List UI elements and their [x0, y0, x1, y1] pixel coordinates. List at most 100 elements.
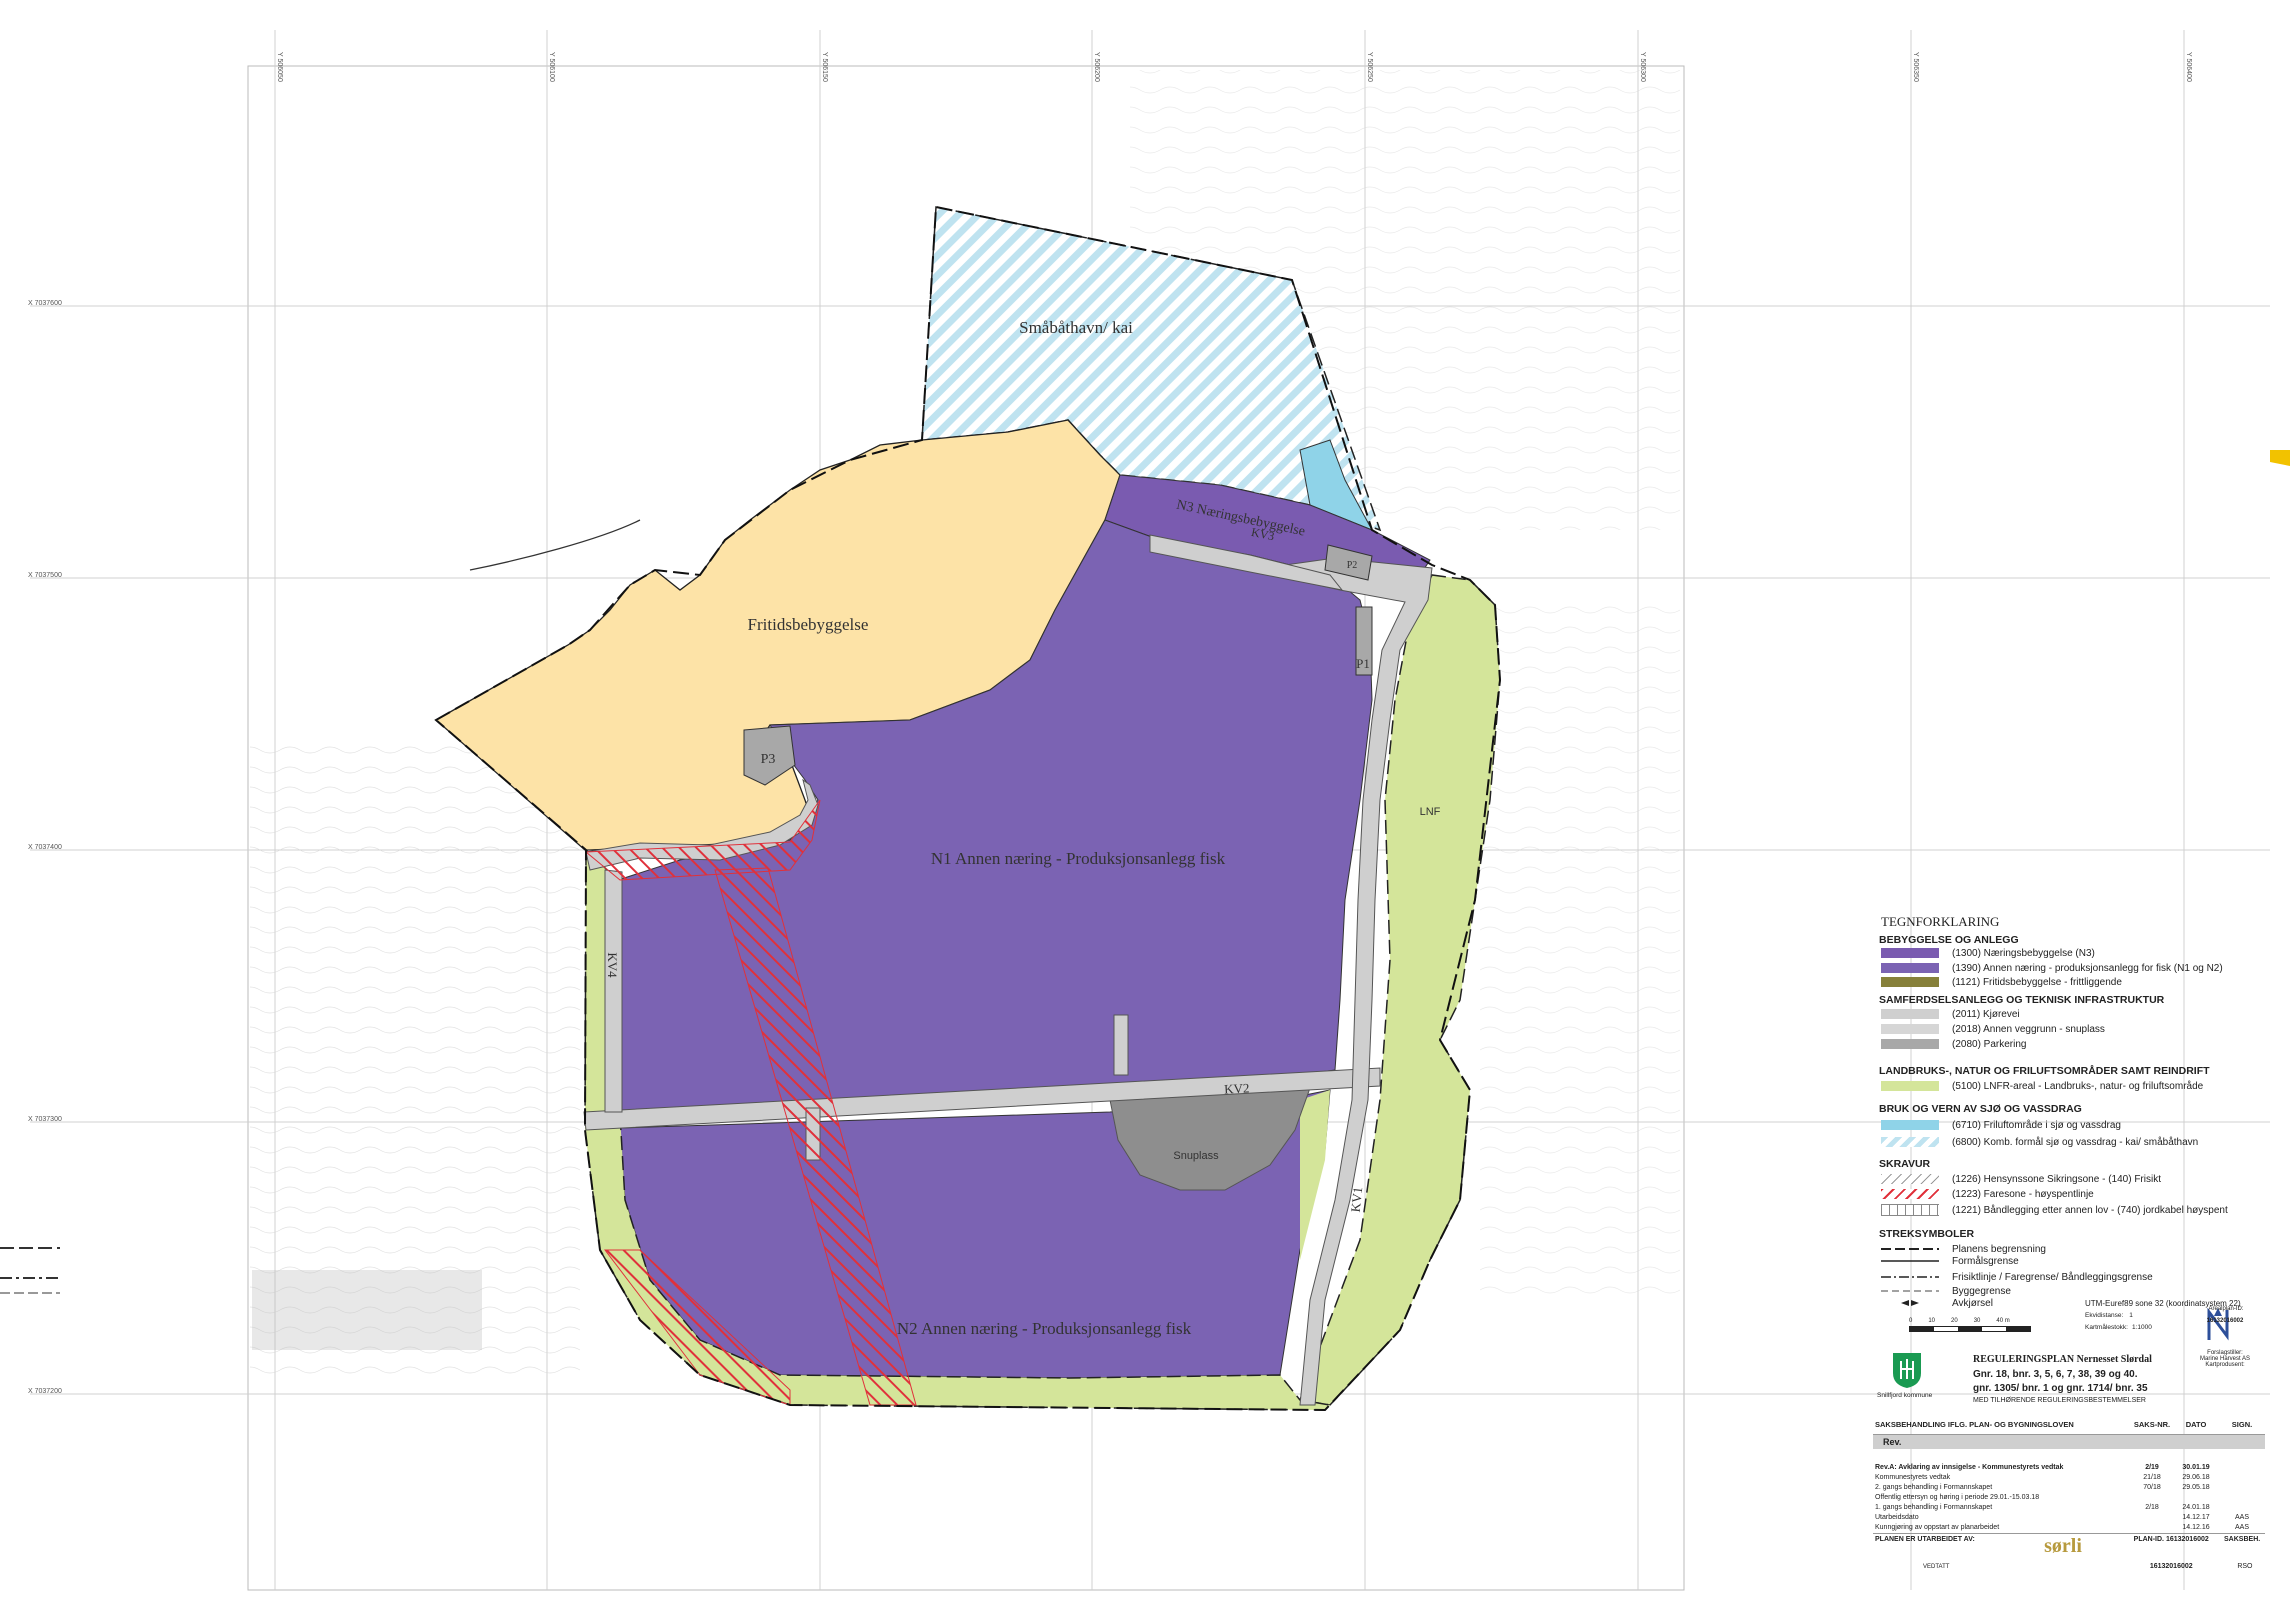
- table-cell: 2/18: [2145, 1504, 2159, 1511]
- table-cell: [2219, 1503, 2265, 1513]
- coord-label: Y 506200: [1093, 52, 1100, 82]
- legend-swatch: [1881, 1039, 1939, 1049]
- legend-item: (1300) Næringsbebyggelse (N3): [1881, 947, 2095, 959]
- scale-tick: 20: [1951, 1318, 1958, 1324]
- legend-section-title: STREKSYMBOLER: [1879, 1228, 1975, 1240]
- scale-tick: 40 m: [1996, 1318, 2010, 1324]
- legend-section-title: BRUK OG VERN AV SJØ OG VASSDRAG: [1879, 1103, 2082, 1115]
- legend-item: (6710) Friluftområde i sjø og vassdrag: [1881, 1119, 2121, 1131]
- table-cell: 70/18: [2143, 1484, 2161, 1491]
- label-kv1: KV1: [1348, 1186, 1366, 1213]
- line-swatch: [1881, 1244, 1939, 1254]
- table-footer-row: VEDTATT 16132016002 RSO: [1873, 1562, 2265, 1572]
- legend-item: (1223) Faresone - høyspentlinje: [1881, 1188, 2094, 1200]
- scale-tick: 0: [1909, 1318, 1913, 1324]
- coord-label: Y 506350: [1912, 52, 1919, 82]
- label-kv2: KV2: [1224, 1080, 1250, 1096]
- plan-title: REGULERINGSPLAN Nernesset Slørdal: [1973, 1354, 2152, 1365]
- legend-item: Formålsgrense: [1881, 1255, 2019, 1267]
- table-cell: Utarbeidsdato: [1875, 1514, 1919, 1521]
- coord-label: Y 506400: [2185, 52, 2192, 82]
- table-cell: [2219, 1463, 2265, 1473]
- line-swatch: [1881, 1272, 1939, 1282]
- table-cell: 2. gangs behandling i Formannskapet: [1875, 1484, 1993, 1491]
- table-row: Utarbeidsdato 14.12.17 AAS: [1873, 1513, 2265, 1523]
- coord-label: Y 506100: [548, 52, 555, 82]
- table-header-cell: SAKS-NR.: [2133, 1420, 2171, 1429]
- legend-item: Frisiktlinje / Faregrense/ Båndleggingsg…: [1881, 1271, 2153, 1283]
- coord-label: X 7037400: [28, 844, 62, 851]
- legend-item: Byggegrense: [1881, 1285, 2011, 1297]
- company-logo: sørli: [2044, 1535, 2082, 1557]
- legend-label: Planens begrensning: [1952, 1243, 2046, 1255]
- margin-line-samples: [0, 1247, 60, 1294]
- plan-line3: MED TILHØRENDE REGULERINGSBESTEMMELSER: [1973, 1397, 2146, 1404]
- ekvidistanse: Ekvidistanse: 1: [2085, 1312, 2133, 1319]
- table-cell: Kommunestyrets vedtak: [1875, 1474, 1951, 1481]
- table-header-cell: SIGN.: [2231, 1420, 2253, 1429]
- legend-label: Byggegrense: [1952, 1285, 2011, 1297]
- legend-label: (2011) Kjørevei: [1952, 1008, 2020, 1020]
- table-cell: [2131, 1493, 2173, 1503]
- label-lnf: LNF: [1420, 806, 1441, 818]
- legend-label: Formålsgrense: [1952, 1255, 2019, 1267]
- legend-swatch: [1881, 1137, 1939, 1147]
- processing-table: SAKSBEHANDLING IFLG. PLAN- OG BYGNINGSLO…: [1873, 1420, 2265, 1572]
- label-n2: N2 Annen næring - Produksjonsanlegg fisk: [897, 1319, 1192, 1338]
- legend-swatch: [1881, 1204, 1939, 1216]
- legend-swatch: [1881, 1189, 1939, 1199]
- label-kv4: KV4: [605, 952, 620, 978]
- legend-swatch: [1881, 977, 1939, 987]
- plan-id-label: PLAN-ID. 16132016002: [2133, 1536, 2209, 1543]
- table-row: Kunngjøring av oppstart av planarbeidet 1…: [1873, 1523, 2265, 1533]
- label-p2: P2: [1347, 560, 1358, 571]
- ekvidistanse-label: Ekvidistanse:: [2085, 1312, 2124, 1319]
- terrain-contours: [1480, 600, 1680, 1300]
- left-coordinates: X 7037600 X 7037500 X 7037400 X 7037300 …: [28, 300, 62, 1395]
- legend-label: (1223) Faresone - høyspentlinje: [1952, 1188, 2094, 1200]
- table-header: SAKSBEHANDLING IFLG. PLAN- OG BYGNINGSLO…: [1873, 1420, 2265, 1435]
- line-swatch: [1881, 1286, 1939, 1296]
- table-cell: 30.01.19: [2182, 1464, 2210, 1471]
- table-cell: 24.01.18: [2182, 1504, 2210, 1511]
- table-cell: AAS: [2234, 1524, 2249, 1531]
- road-kv4-south: [604, 869, 623, 1113]
- legend-item: (1121) Fritidsbebyggelse - frittliggende: [1881, 976, 2122, 988]
- legend-section-title: LANDBRUKS-, NATUR OG FRILUFTSOMRÅDER SAM…: [1879, 1065, 2210, 1077]
- vedtatt-label: VEDTATT: [1923, 1564, 1950, 1570]
- plan-line2: gnr. 1305/ bnr. 1 og gnr. 1714/ bnr. 35: [1973, 1383, 2148, 1394]
- edge-marker: [2270, 450, 2290, 466]
- legend-item: (2011) Kjørevei: [1881, 1008, 2020, 1020]
- legend-item: (5100) LNFR-areal - Landbruks-, natur- o…: [1881, 1080, 2203, 1092]
- legend-swatch: [1881, 1009, 1939, 1019]
- legend-item: (1226) Hensynssone Sikringsone - (140) F…: [1881, 1173, 2161, 1185]
- legend-item: (6800) Komb. formål sjø og vassdrag - ka…: [1881, 1136, 2198, 1148]
- north-arrow-icon: [2207, 1308, 2229, 1341]
- areal-id-block: Arealplan-ID:: [2191, 1306, 2261, 1312]
- table-cell: 2/19: [2145, 1464, 2159, 1471]
- coord-label: Y 506050: [276, 52, 283, 82]
- table-cell: 29.05.18: [2182, 1484, 2210, 1491]
- legend-label: (1226) Hensynssone Sikringsone - (140) F…: [1952, 1173, 2161, 1185]
- label-n1: N1 Annen næring - Produksjonsanlegg fisk: [931, 849, 1226, 868]
- legend-title: TEGNFORKLARING: [1881, 914, 2000, 929]
- table-header-cell: SAKSBEHANDLING IFLG. PLAN- OG BYGNINGSLO…: [1875, 1420, 2074, 1429]
- legend-label: (1221) Båndlegging etter annen lov - (74…: [1952, 1204, 2228, 1216]
- plan-line1: Gnr. 18, bnr. 3, 5, 6, 7, 38, 39 og 40.: [1973, 1369, 2138, 1380]
- legend-item: (1221) Båndlegging etter annen lov - (74…: [1881, 1204, 2228, 1216]
- table-row: 2. gangs behandling i Formannskapet 70/18…: [1873, 1483, 2265, 1493]
- table-cell: [2219, 1483, 2265, 1493]
- saksbeh-value: RSO: [2237, 1563, 2253, 1570]
- legend-swatch: [1881, 963, 1939, 973]
- legend-swatch: [1881, 1174, 1939, 1184]
- forslagstiller-block: Forslagstiller: Marine Harvest AS Kartpr…: [2185, 1350, 2265, 1368]
- legend-label: (1121) Fritidsbebyggelse - frittliggende: [1952, 976, 2122, 988]
- ekvidistanse-value: 1: [2129, 1312, 2133, 1319]
- malestokk: Kartmålestokk: 1:1000: [2085, 1324, 2152, 1331]
- coord-label: X 7037500: [28, 572, 62, 579]
- legend-item: Planens begrensning: [1881, 1243, 2046, 1255]
- legend-swatch: [1881, 1120, 1939, 1130]
- table-cell: 21/18: [2143, 1474, 2161, 1481]
- coord-label: X 7037200: [28, 1388, 62, 1395]
- revision-bar: Rev.: [1873, 1435, 2265, 1449]
